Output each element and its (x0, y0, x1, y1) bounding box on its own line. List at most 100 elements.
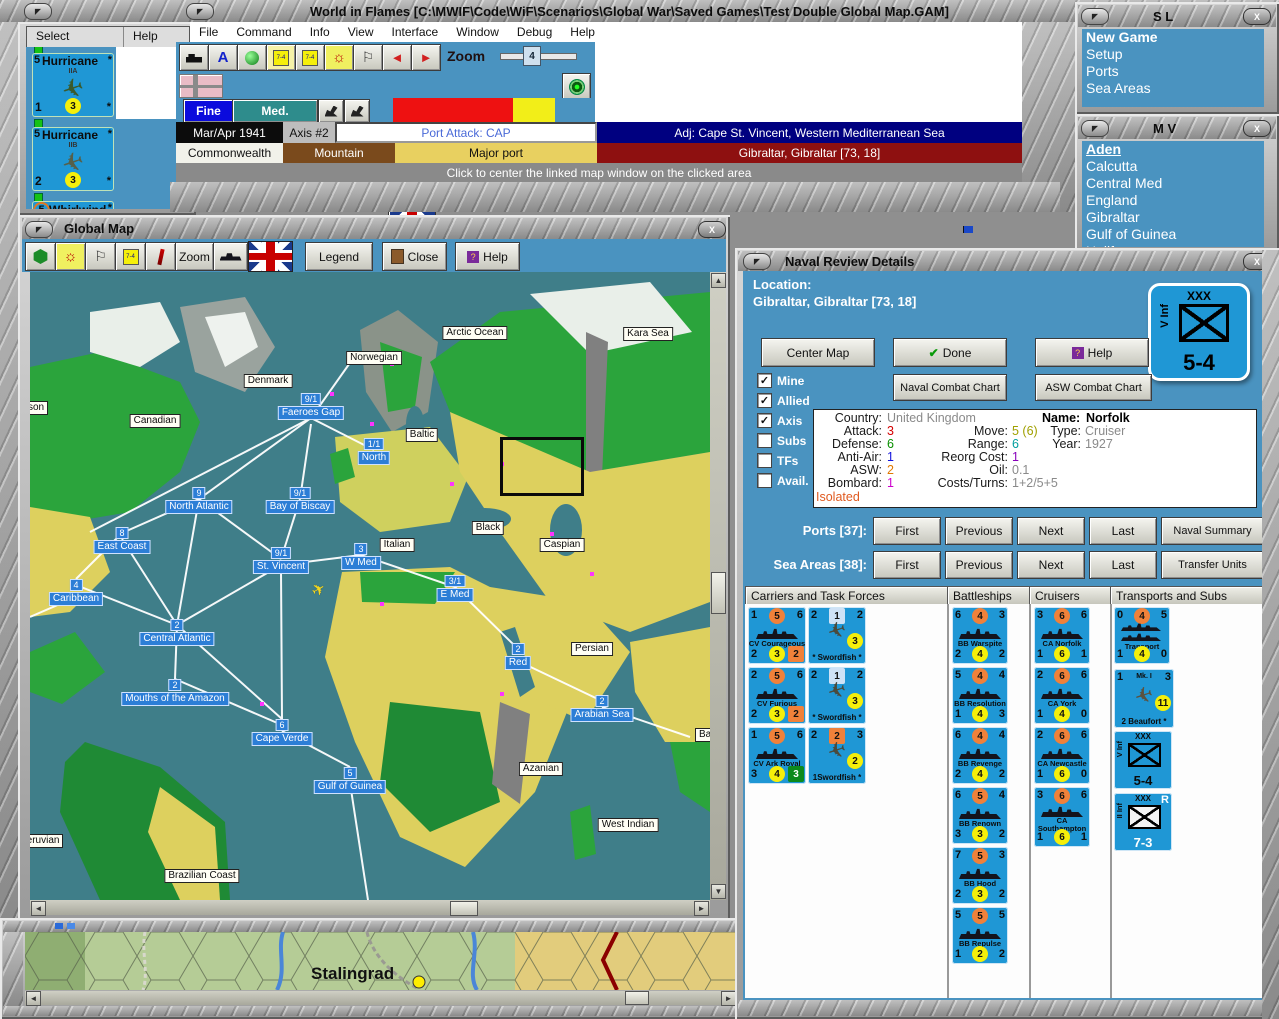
counter-view-button-2[interactable]: 7-4 (295, 44, 325, 71)
counter-view-button[interactable]: 7-4 (266, 44, 296, 71)
land-unit-counter[interactable]: XXX V Inf 5-4 (1148, 283, 1250, 381)
air-mission-button[interactable]: A (208, 44, 238, 71)
naval-combat-chart-button[interactable]: Naval Combat Chart (893, 374, 1007, 401)
filter-allied[interactable]: Allied (757, 393, 810, 408)
land-counter-ii-inf[interactable]: XXX R II Inf 7-3 (1114, 793, 1172, 851)
map-close-button[interactable]: Close (382, 242, 447, 271)
air-counter-swordfish-1[interactable]: 2 1 2 ✈ 3 * Swordfish * (808, 607, 866, 664)
ship-counter-bb-repulse[interactable]: 555 BB Repulse 122 (952, 907, 1008, 964)
scroll-up-icon[interactable]: ▲ (711, 273, 726, 288)
sl-item-sea-areas[interactable]: Sea Areas (1082, 80, 1264, 97)
map-zoom-button[interactable]: Zoom (175, 242, 214, 271)
ship-counter-bb-warspite[interactable]: 643 BB Warspite 242 (952, 607, 1008, 664)
scroll-right-icon[interactable]: ► (721, 991, 736, 1006)
checkbox-icon[interactable] (757, 453, 772, 468)
menu-view[interactable]: View (339, 23, 383, 41)
prev-button[interactable]: ◄ (382, 44, 412, 71)
next-button[interactable]: ► (411, 44, 441, 71)
ship-counter-cv-courageous[interactable]: 1 5 6 CV Courageous 2 3 2 (748, 607, 806, 664)
seas-first-button[interactable]: First (873, 551, 941, 579)
land-counter-v-inf[interactable]: XXX V Inf 5-4 (1114, 731, 1172, 789)
mv-item-england[interactable]: England (1082, 192, 1264, 209)
mv-item-halifax[interactable]: Halifax (1082, 243, 1264, 247)
menu-window[interactable]: Window (447, 23, 508, 41)
scroll-thumb[interactable] (450, 901, 478, 916)
window-menu-button[interactable]: ◤ (24, 3, 52, 20)
ship-counter-ca-southampton[interactable]: 366 CA Southampton 161 (1034, 787, 1090, 847)
column-header-cruisers[interactable]: Cruisers (1029, 586, 1115, 605)
sea-area-e-med[interactable]: 3/1 E Med (436, 575, 474, 602)
ship-counter-ca-newcastle[interactable]: 266 CA Newcastle 160 (1034, 727, 1090, 784)
checkbox-icon[interactable] (757, 413, 772, 428)
column-header-carriers[interactable]: Carriers and Task Forces (745, 586, 952, 605)
scroll-down-icon[interactable]: ▼ (711, 884, 726, 899)
germany-flag[interactable] (179, 74, 223, 98)
mv-item-calcutta[interactable]: Calcutta (1082, 158, 1264, 175)
column-header-transports[interactable]: Transports and Subs (1110, 586, 1273, 605)
ship-counter-ca-york[interactable]: 266 CA York 140 (1034, 667, 1090, 724)
filter-mine[interactable]: Mine (757, 373, 804, 388)
seas-last-button[interactable]: Last (1089, 551, 1157, 579)
close-icon[interactable]: X (1243, 120, 1271, 137)
sea-area-north[interactable]: 1/1 North (357, 438, 391, 465)
sea-area-red[interactable]: 2 Red (504, 643, 532, 670)
naval-summary-button[interactable]: Naval Summary (1161, 517, 1264, 545)
select-menu[interactable]: Select (27, 27, 124, 47)
air-counter-swordfish-2[interactable]: 2 1 2 ✈ 3 * Swordfish * (808, 667, 866, 724)
thermo-button[interactable] (145, 242, 176, 271)
ship-counter-ca-norfolk[interactable]: 366 CA Norfolk 161 (1034, 607, 1090, 664)
gun-button-2[interactable] (344, 99, 370, 123)
flag-button[interactable]: ⚐ (85, 242, 116, 271)
checkbox-icon[interactable] (757, 373, 772, 388)
sl-item-ports[interactable]: Ports (1082, 63, 1264, 80)
filter-avail[interactable]: Avail. (757, 473, 809, 488)
checkbox-icon[interactable] (757, 433, 772, 448)
mv-item-gibraltar[interactable]: Gibraltar (1082, 209, 1264, 226)
air-counter-swordfish-3[interactable]: 2 2 3 ✈ 2 1Swordfish * (808, 727, 866, 784)
seas-previous-button[interactable]: Previous (945, 551, 1013, 579)
menu-debug[interactable]: Debug (508, 23, 561, 41)
flag-button[interactable]: ⚐ (353, 44, 383, 71)
done-button[interactable]: ✔ Done (893, 338, 1007, 367)
counter-button[interactable]: 7-4 (115, 242, 146, 271)
ship-counter-cv-ark-royal[interactable]: 1 5 6 CV Ark Royal 3 4 3 (748, 727, 806, 784)
fine-zoom-button[interactable]: Fine (183, 99, 234, 123)
minimize-icon[interactable]: ◤ (743, 253, 771, 270)
mv-item-gulf-of-guinea[interactable]: Gulf of Guinea (1082, 226, 1264, 243)
minimize-icon[interactable]: ◤ (1081, 8, 1109, 25)
ship-counter-bb-revenge[interactable]: 644 BB Revenge 242 (952, 727, 1008, 784)
sea-area-w-med[interactable]: 3W Med (341, 543, 381, 570)
map-hscrollbar[interactable]: ◄ ► (30, 900, 710, 916)
weather-button[interactable]: ☼ (55, 242, 86, 271)
mv-item-central-med[interactable]: Central Med (1082, 175, 1264, 192)
ship-counter-bb-renown[interactable]: 654 BB Renown 332 (952, 787, 1008, 844)
mv-item-aden[interactable]: Aden (1082, 141, 1264, 158)
weather-button[interactable]: ☼ (324, 44, 354, 71)
checkbox-icon[interactable] (757, 473, 772, 488)
sea-area-arabian-sea[interactable]: 2 Arabian Sea (570, 695, 634, 722)
sea-area-east-coast[interactable]: 8 East Coast (93, 527, 151, 554)
ports-next-button[interactable]: Next (1017, 517, 1085, 545)
sea-area-central-atlantic[interactable]: 2 Central Atlantic (139, 619, 215, 646)
ports-previous-button[interactable]: Previous (945, 517, 1013, 545)
center-map-button[interactable]: Center Map (761, 338, 875, 367)
menu-command[interactable]: Command (227, 23, 300, 41)
gun-button-1[interactable] (318, 99, 344, 123)
air-unit-counter[interactable]: 5 Whirlwind * ✈ (32, 201, 114, 209)
sl-item-setup[interactable]: Setup (1082, 46, 1264, 63)
menu-file[interactable]: File (190, 23, 227, 41)
filter-tfs[interactable]: TFs (757, 453, 798, 468)
help-button[interactable]: ? Help (1035, 338, 1149, 367)
selection-box[interactable] (500, 437, 584, 496)
production-button[interactable] (237, 44, 267, 71)
sea-area-caribbean[interactable]: 4 Caribbean (48, 579, 104, 606)
ports-last-button[interactable]: Last (1089, 517, 1157, 545)
scroll-left-icon[interactable]: ◄ (31, 901, 46, 916)
seas-next-button[interactable]: Next (1017, 551, 1085, 579)
sea-area-cape-verde[interactable]: 6 Cape Verde (251, 719, 313, 746)
menu-info[interactable]: Info (301, 23, 339, 41)
minimize-icon[interactable]: ◤ (1081, 120, 1109, 137)
rail-move-button[interactable] (179, 44, 209, 71)
asw-combat-chart-button[interactable]: ASW Combat Chart (1035, 374, 1152, 401)
hex-mode-button[interactable] (25, 242, 56, 271)
